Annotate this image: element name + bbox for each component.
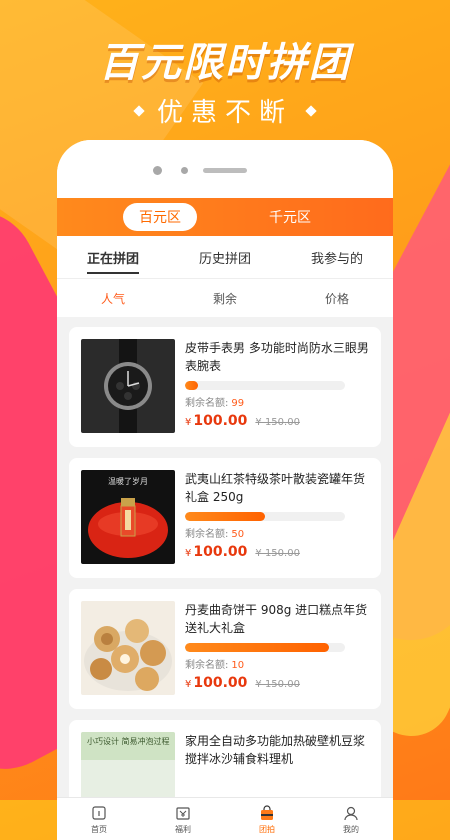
sort-popularity[interactable]: 人气 — [101, 290, 125, 307]
camera-dot — [153, 166, 162, 175]
sensor-dot — [181, 167, 188, 174]
promo-subline: 优惠不断 — [0, 92, 450, 129]
group-price: ¥100.00 — [185, 675, 248, 691]
nav-profile-label: 我的 — [343, 824, 359, 834]
nav-welfare[interactable]: 福利 — [174, 804, 192, 835]
remaining-slots: 剩余名额: 50 — [185, 529, 245, 540]
nav-group-label: 团拍 — [259, 824, 275, 834]
progress-fill — [185, 643, 329, 652]
group-tabs: 正在拼团 历史拼团 我参与的 — [57, 236, 393, 279]
bottom-nav: 首页 福利 团拍 我的 — [57, 797, 393, 840]
price-row: ¥100.00 ¥ 150.00 — [185, 413, 369, 429]
sort-remaining[interactable]: 剩余 — [213, 290, 237, 307]
sort-bar: 人气 剩余 价格 — [57, 279, 393, 317]
nav-welfare-label: 福利 — [175, 824, 191, 834]
remaining-count: 10 — [231, 660, 245, 671]
product-image-watch — [81, 339, 175, 433]
original-price: ¥ 150.00 — [255, 417, 300, 428]
sort-price[interactable]: 价格 — [325, 290, 349, 307]
price-row: ¥100.00 ¥ 150.00 — [185, 675, 369, 691]
progress-fill — [185, 512, 265, 521]
remaining-count: 99 — [231, 398, 245, 409]
tab-joined[interactable]: 我参与的 — [307, 239, 367, 276]
product-title: 丹麦曲奇饼干 908g 进口糕点年货送礼大礼盒 — [185, 603, 368, 635]
product-title: 家用全自动多功能加热破壁机豆浆搅拌冰沙辅食料理机 — [185, 734, 366, 766]
price-row: ¥100.00 ¥ 150.00 — [185, 544, 369, 560]
coupon-icon — [174, 804, 192, 822]
original-price: ¥ 150.00 — [255, 548, 300, 559]
product-list: 皮带手表男 多功能时尚防水三眼男表腕表 剩余名额: 99 ¥100.00 ¥ 15… — [57, 317, 393, 840]
promo-subline-text: 优惠不断 — [156, 98, 293, 128]
remaining-slots: 剩余名额: 10 — [185, 660, 245, 671]
product-card[interactable]: 丹麦曲奇饼干 908g 进口糕点年货送礼大礼盒 剩余名额: 10 ¥100.00 … — [69, 589, 381, 709]
diamond-icon — [305, 104, 317, 117]
promo-headline: 百元限时拼团 — [99, 40, 351, 86]
remaining-slots: 剩余名额: 99 — [185, 398, 245, 409]
group-progress-bar — [185, 512, 345, 521]
group-price: ¥100.00 — [185, 544, 248, 560]
blender-caption: 小巧设计 简易冲泡过程 — [87, 736, 170, 746]
product-card[interactable]: 皮带手表男 多功能时尚防水三眼男表腕表 剩余名额: 99 ¥100.00 ¥ 15… — [69, 327, 381, 447]
nav-home[interactable]: 首页 — [90, 804, 108, 835]
app-screen: 百元区 千元区 正在拼团 历史拼团 我参与的 人气 剩余 价格 皮带手表男 多功… — [57, 198, 393, 840]
group-progress-bar — [185, 381, 345, 390]
phone-mockup: 百元区 千元区 正在拼团 历史拼团 我参与的 人气 剩余 价格 皮带手表男 多功… — [57, 140, 393, 840]
diamond-icon — [133, 104, 145, 117]
nav-home-label: 首页 — [91, 824, 107, 834]
tab-history[interactable]: 历史拼团 — [195, 239, 255, 276]
nav-profile[interactable]: 我的 — [342, 804, 360, 835]
shopping-bag-icon — [258, 804, 276, 822]
user-icon — [342, 804, 360, 822]
group-price: ¥100.00 — [185, 413, 248, 429]
product-card[interactable]: 温暖了岁月 武夷山红茶特级茶叶散装瓷罐年货礼盒 250g 剩余名额: 50 ¥10… — [69, 458, 381, 578]
zone-switcher: 百元区 千元区 — [57, 198, 393, 236]
home-icon — [90, 804, 108, 822]
tab-ongoing[interactable]: 正在拼团 — [83, 239, 143, 276]
zone-hundred-button[interactable]: 百元区 — [123, 203, 197, 231]
product-image-cookies — [81, 601, 175, 695]
product-image-tea: 温暖了岁月 — [81, 470, 175, 564]
progress-fill — [185, 381, 198, 390]
nav-group[interactable]: 团拍 — [258, 804, 276, 835]
original-price: ¥ 150.00 — [255, 679, 300, 690]
group-progress-bar — [185, 643, 345, 652]
phone-top-bezel — [57, 140, 393, 198]
tea-caption: 温暖了岁月 — [108, 476, 148, 486]
remaining-count: 50 — [231, 529, 245, 540]
product-title: 皮带手表男 多功能时尚防水三眼男表腕表 — [185, 341, 369, 373]
zone-thousand-button[interactable]: 千元区 — [253, 203, 327, 231]
speaker-grille — [203, 168, 247, 173]
product-title: 武夷山红茶特级茶叶散装瓷罐年货礼盒 250g — [185, 472, 366, 504]
